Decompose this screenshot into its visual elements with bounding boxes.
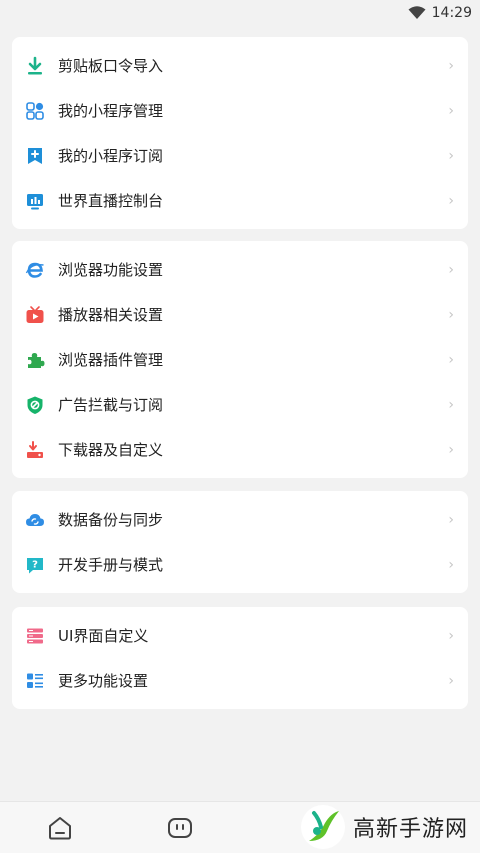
menu-item-label: 下载器及自定义	[58, 441, 164, 459]
wifi-icon	[408, 6, 426, 19]
more-list-icon	[24, 670, 46, 692]
download-icon	[24, 55, 46, 77]
menu-item-label: 开发手册与模式	[58, 556, 164, 574]
chevron-right-icon: ›	[448, 192, 454, 209]
menu-item-plugin-manage[interactable]: 浏览器插件管理 ›	[12, 337, 468, 382]
menu-item-browser-settings[interactable]: 浏览器功能设置 ›	[12, 247, 468, 292]
apps-grid-icon	[24, 100, 46, 122]
settings-group-4: UI界面自定义 › 更多功能设置 ›	[12, 607, 468, 709]
status-bar: 14:29	[0, 0, 480, 26]
watermark: 高新手游网	[300, 805, 468, 849]
menu-item-label: 浏览器功能设置	[58, 261, 164, 279]
shield-block-icon	[24, 394, 46, 416]
menu-item-player-settings[interactable]: 播放器相关设置 ›	[12, 292, 468, 337]
bottom-navigation: 高新手游网	[0, 801, 480, 853]
chevron-right-icon: ›	[448, 351, 454, 368]
watermark-text: 高新手游网	[352, 817, 468, 842]
clock: 14:29	[431, 5, 472, 21]
menu-item-dev-manual[interactable]: ? 开发手册与模式 ›	[12, 542, 468, 587]
live-console-icon	[24, 190, 46, 212]
menu-item-adblock[interactable]: 广告拦截与订阅 ›	[12, 382, 468, 427]
menu-item-label: 世界直播控制台	[58, 192, 164, 210]
chevron-right-icon: ›	[448, 261, 454, 278]
menu-item-backup-sync[interactable]: 数据备份与同步 ›	[12, 497, 468, 542]
chevron-right-icon: ›	[448, 102, 454, 119]
home-icon	[49, 817, 71, 840]
menu-item-downloader[interactable]: 下载器及自定义 ›	[12, 427, 468, 472]
menu-item-label: 我的小程序订阅	[58, 147, 164, 165]
nav-home[interactable]	[47, 816, 73, 840]
browser-e-icon	[24, 259, 46, 281]
chevron-right-icon: ›	[448, 396, 454, 413]
chevron-right-icon: ›	[448, 147, 454, 164]
downloader-icon	[24, 439, 46, 461]
settings-group-3: 数据备份与同步 › ? 开发手册与模式 ›	[12, 491, 468, 593]
watermark-logo-icon	[300, 805, 345, 849]
nav-robot[interactable]	[167, 816, 193, 840]
svg-text:?: ?	[32, 559, 38, 570]
help-chat-icon: ?	[24, 554, 46, 576]
menu-item-clipboard-import[interactable]: 剪贴板口令导入 ›	[12, 43, 468, 88]
menu-item-label: 更多功能设置	[58, 672, 149, 690]
menu-item-label: 播放器相关设置	[58, 306, 164, 324]
chevron-right-icon: ›	[448, 627, 454, 644]
settings-group-1: 剪贴板口令导入 › 我的小程序管理 › 我的小程序订阅 › 世界直播控制台 ›	[12, 37, 468, 229]
menu-item-miniapp-subscribe[interactable]: 我的小程序订阅 ›	[12, 133, 468, 178]
settings-group-2: 浏览器功能设置 › 播放器相关设置 › 浏览器插件管理 › 广告拦截与订阅 › …	[12, 241, 468, 478]
chevron-right-icon: ›	[448, 441, 454, 458]
tv-play-icon	[24, 304, 46, 326]
menu-item-label: 数据备份与同步	[58, 511, 164, 529]
ui-layout-icon	[24, 625, 46, 647]
menu-item-live-console[interactable]: 世界直播控制台 ›	[12, 178, 468, 223]
puzzle-icon	[24, 349, 46, 371]
menu-item-label: 我的小程序管理	[58, 102, 164, 120]
subscribe-plus-icon	[24, 145, 46, 167]
robot-face-icon	[168, 818, 192, 838]
menu-item-ui-custom[interactable]: UI界面自定义 ›	[12, 613, 468, 658]
menu-item-label: 浏览器插件管理	[58, 351, 164, 369]
menu-item-label: UI界面自定义	[58, 627, 149, 645]
chevron-right-icon: ›	[448, 556, 454, 573]
menu-item-label: 剪贴板口令导入	[58, 57, 164, 75]
menu-item-more-settings[interactable]: 更多功能设置 ›	[12, 658, 468, 703]
chevron-right-icon: ›	[448, 306, 454, 323]
chevron-right-icon: ›	[448, 672, 454, 689]
menu-item-label: 广告拦截与订阅	[58, 396, 164, 414]
menu-item-miniapp-manage[interactable]: 我的小程序管理 ›	[12, 88, 468, 133]
chevron-right-icon: ›	[448, 511, 454, 528]
cloud-sync-icon	[24, 509, 46, 531]
chevron-right-icon: ›	[448, 57, 454, 74]
